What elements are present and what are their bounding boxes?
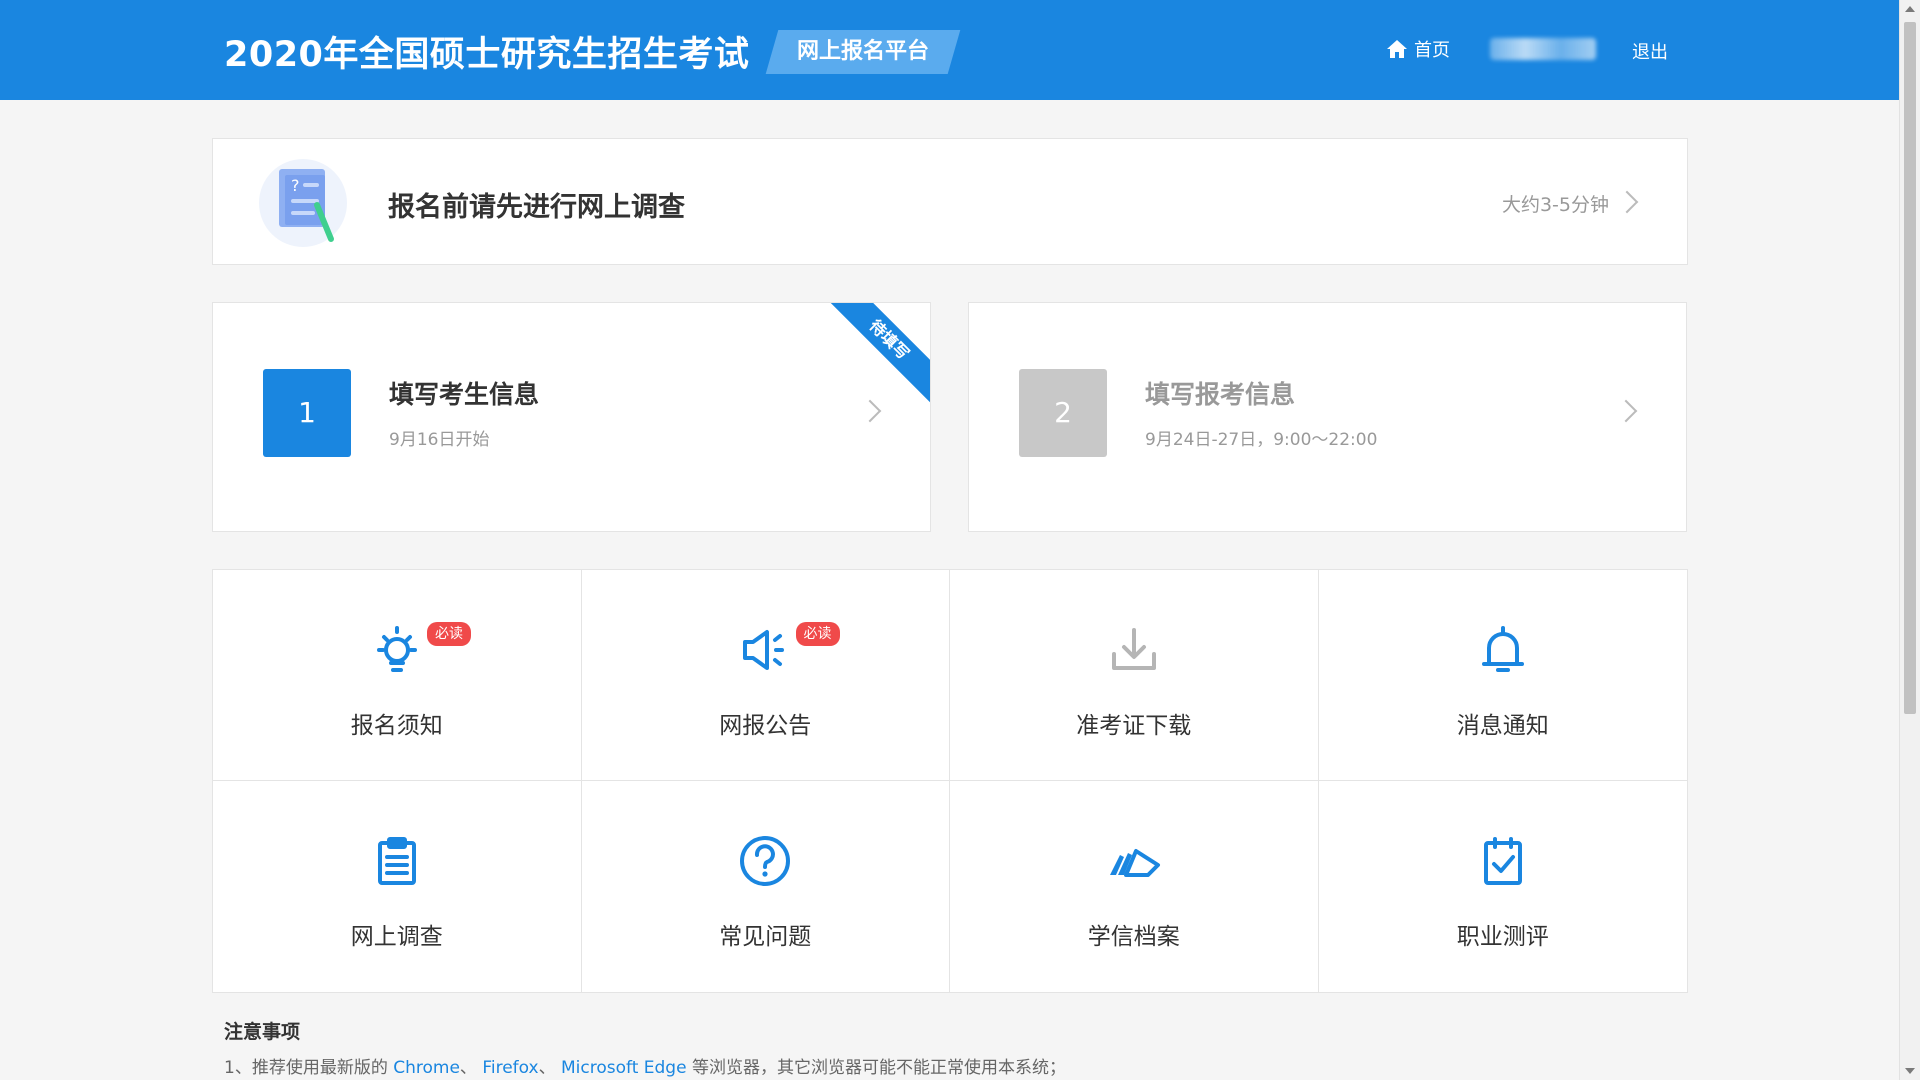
step-date: 9月16日开始 [389,430,490,450]
tile-label: 网上调查 [350,924,443,950]
clipboard-check-icon [1483,837,1522,885]
chevron-right-icon [1614,399,1638,423]
nav-home-link[interactable]: 首页 [1386,36,1450,62]
page-scrollbar[interactable] [1899,0,1920,1080]
step-date: 9月24日-27日，9:00～22:00 [1145,430,1378,450]
tile-label: 职业测评 [1456,924,1549,950]
notes-title: 注意事项 [224,1021,301,1043]
step-card-exam-info[interactable]: 2 填写报考信息 9月24日-27日，9:00～22:00 [968,302,1687,532]
status-ribbon: 待填写 [825,303,930,404]
survey-title: 报名前请先进行网上调查 [388,192,685,223]
scroll-thumb[interactable] [1904,22,1916,714]
notes-line: 1、推荐使用最新版的 Chrome、 Firefox、 Microsoft Ed… [224,1053,1066,1078]
tile-registration-guide[interactable]: 必读 报名须知 [213,570,582,781]
notes-text: 等浏览器，其它浏览器可能不能正常使用本系统； [686,1058,1066,1078]
clipboard-icon [377,837,416,885]
chevron-right-icon [1615,190,1639,214]
tile-label: 网报公告 [719,713,812,739]
step-number-badge: 1 [263,369,351,457]
tile-label: 消息通知 [1456,713,1549,739]
tile-label: 报名须知 [350,713,443,739]
tile-faq[interactable]: 常见问题 [582,781,950,992]
must-read-badge: 必读 [427,622,471,646]
scroll-up-arrow-icon[interactable] [1905,6,1915,12]
chevron-right-icon [858,399,882,423]
question-icon [740,836,791,886]
survey-document-icon: ? [259,159,347,247]
lightbulb-icon [376,626,417,672]
tile-notifications[interactable]: 消息通知 [1318,570,1687,781]
function-grid: 必读 报名须知 必读 网报公告 准考证下载 消息通知 网上调查 常见问题 学信档… [212,569,1688,993]
nav-home-label: 首页 [1414,40,1450,61]
tile-career-assessment[interactable]: 职业测评 [1319,781,1688,992]
home-icon [1387,40,1407,58]
logout-link[interactable]: 退出 [1632,38,1668,64]
step-number-badge: 2 [1019,369,1107,457]
scroll-down-arrow-icon[interactable] [1905,1068,1915,1074]
tile-label: 学信档案 [1087,924,1180,950]
site-title: 2020年全国硕士研究生招生考试 [224,35,750,75]
tile-online-survey[interactable]: 网上调查 [213,781,582,992]
step-card-candidate-info[interactable]: 1 填写考生信息 9月16日开始 待填写 [212,302,931,532]
firefox-link[interactable]: Firefox [482,1058,538,1078]
tile-chsi-archive[interactable]: 学信档案 [950,781,1319,992]
notes-separator: 、 [459,1058,483,1078]
step-title: 填写考生信息 [389,380,540,409]
platform-badge: 网上报名平台 [765,30,961,74]
top-header: 2020年全国硕士研究生招生考试 网上报名平台 首页 退出 [0,0,1899,100]
svg-text:?: ? [291,176,300,195]
user-name-blurred[interactable] [1490,38,1596,60]
bell-icon [1481,626,1524,672]
tile-label: 准考证下载 [1076,713,1192,739]
survey-duration: 大约3-5分钟 [1501,194,1609,216]
notes-text: 1、推荐使用最新版的 [224,1058,394,1078]
notes-separator: 、 [538,1058,561,1078]
megaphone-icon [743,630,785,670]
tile-announcements[interactable]: 必读 网报公告 [581,570,950,781]
must-read-badge: 必读 [795,622,840,646]
download-icon [1111,628,1156,670]
archive-icon [1109,849,1160,877]
tile-admission-ticket[interactable]: 准考证下载 [950,570,1319,781]
step-title: 填写报考信息 [1145,380,1296,409]
tile-label: 常见问题 [719,924,812,950]
chrome-link[interactable]: Chrome [393,1058,460,1078]
platform-badge-label: 网上报名平台 [796,39,929,64]
survey-card[interactable]: ? 报名前请先进行网上调查 大约3-5分钟 [212,138,1688,265]
edge-link[interactable]: Microsoft Edge [561,1058,687,1078]
